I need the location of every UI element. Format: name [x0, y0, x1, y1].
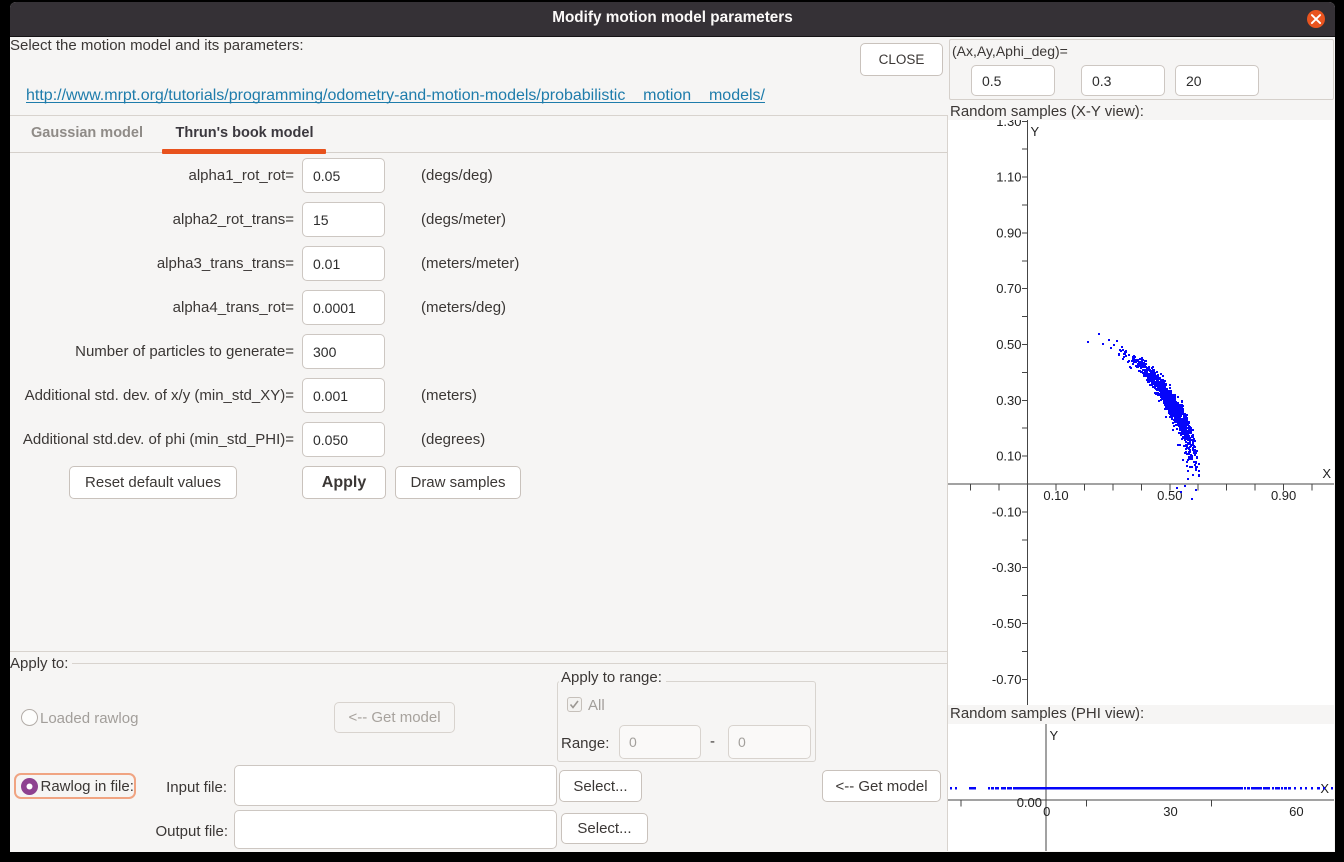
svg-text:0.50: 0.50 [1157, 488, 1182, 503]
svg-text:60: 60 [1289, 804, 1303, 819]
svg-text:0.10: 0.10 [996, 449, 1021, 464]
svg-text:1.30: 1.30 [996, 120, 1021, 129]
svg-text:-0.30: -0.30 [992, 560, 1022, 575]
svg-text:0: 0 [1043, 804, 1050, 819]
svg-text:1.10: 1.10 [996, 170, 1021, 185]
svg-text:-0.50: -0.50 [992, 616, 1022, 631]
svg-text:0.30: 0.30 [996, 393, 1021, 408]
svg-text:Y: Y [1031, 124, 1040, 139]
svg-text:0.50: 0.50 [996, 337, 1021, 352]
svg-text:-0.70: -0.70 [992, 672, 1022, 687]
svg-text:0.90: 0.90 [996, 225, 1021, 240]
svg-text:0.70: 0.70 [996, 281, 1021, 296]
svg-text:0.10: 0.10 [1043, 488, 1068, 503]
svg-text:0.90: 0.90 [1271, 488, 1296, 503]
svg-text:-0.10: -0.10 [992, 504, 1022, 519]
svg-text:30: 30 [1163, 804, 1177, 819]
svg-text:Y: Y [1050, 728, 1059, 743]
svg-text:0.00: 0.00 [1017, 795, 1042, 810]
svg-text:X: X [1322, 466, 1331, 481]
